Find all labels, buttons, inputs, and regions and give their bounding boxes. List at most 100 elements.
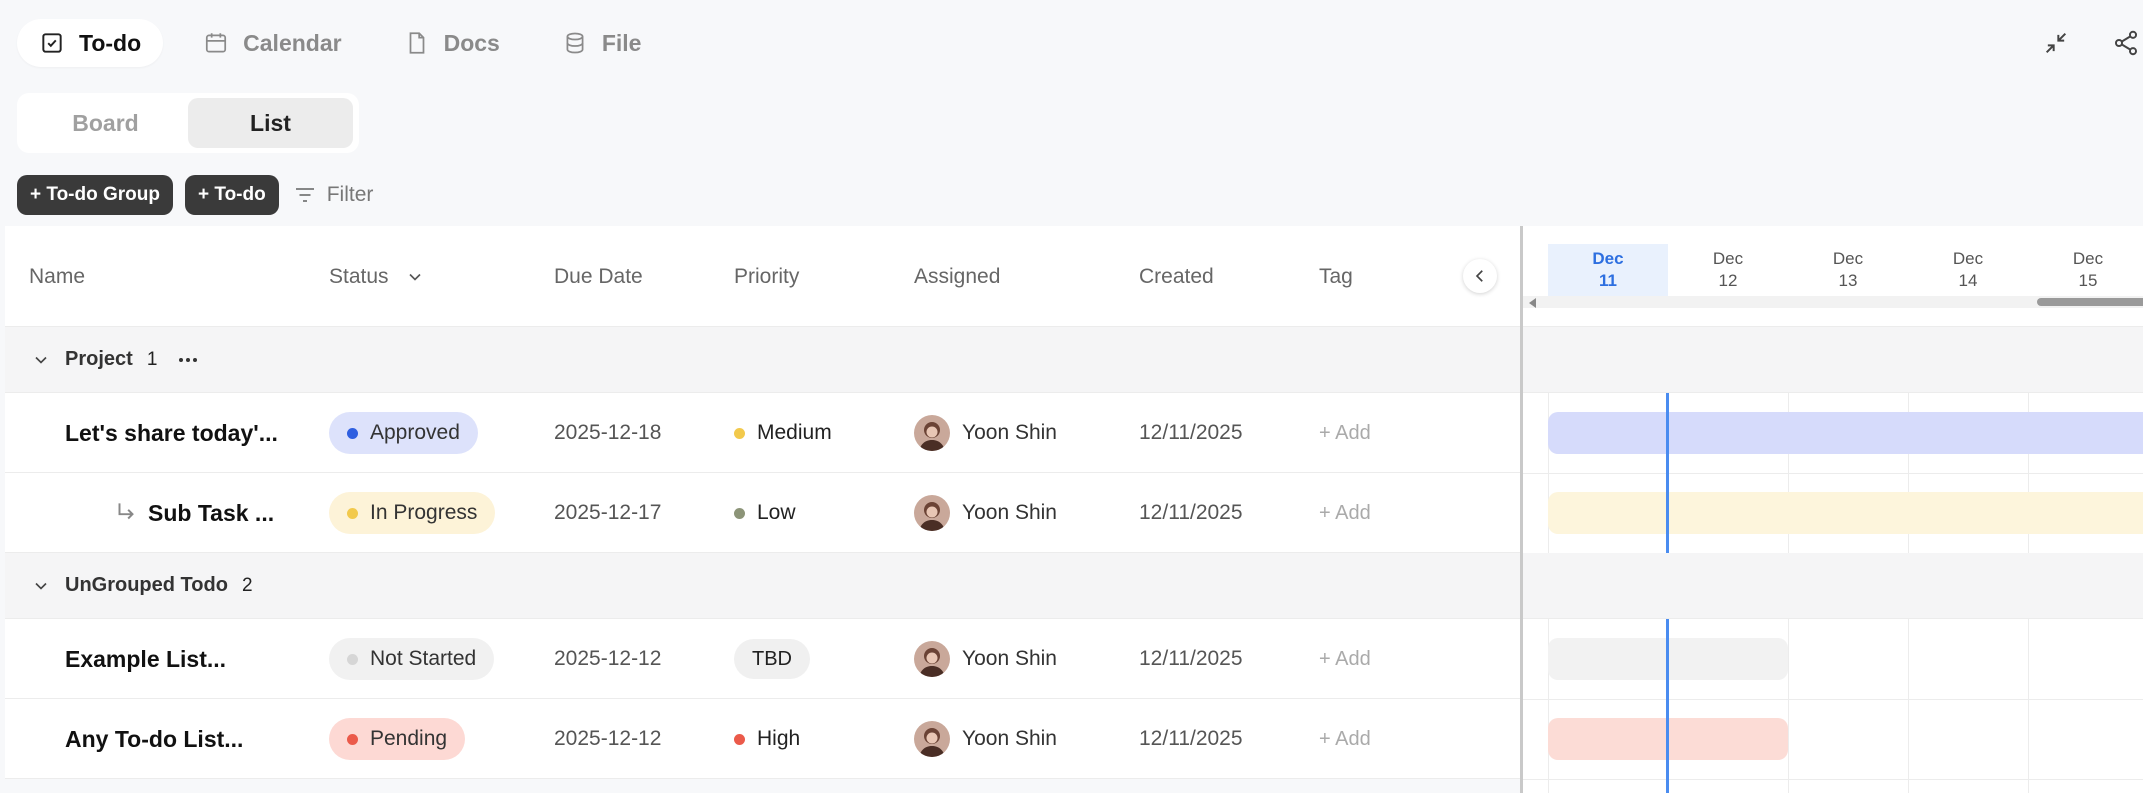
column-header-created[interactable]: Created	[1139, 226, 1214, 327]
gantt-bar[interactable]	[1548, 412, 2143, 454]
gantt-month: Dec	[1712, 249, 1744, 268]
tab-calendar[interactable]: Calendar	[181, 19, 363, 67]
gantt-body	[1523, 327, 2143, 793]
tab-file[interactable]: File	[540, 19, 664, 67]
gantt-month: Dec	[1592, 249, 1624, 268]
assignee[interactable]: Yoon Shin	[914, 619, 1057, 699]
status-badge[interactable]: Not Started	[329, 638, 495, 680]
assignee[interactable]: Yoon Shin	[914, 699, 1057, 779]
gantt-bar[interactable]	[1548, 492, 2143, 534]
task-name[interactable]: Example List...	[65, 646, 226, 673]
status-dot	[347, 653, 358, 665]
status-dot	[347, 427, 358, 439]
group-row-ungrouped[interactable]: UnGrouped Todo 2	[5, 553, 1520, 619]
assignee-name: Yoon Shin	[962, 501, 1057, 524]
column-header-tag[interactable]: Tag	[1319, 226, 1353, 327]
due-date[interactable]: 2025-12-12	[554, 619, 661, 699]
gantt-scrollbar[interactable]	[1523, 296, 2143, 308]
add-todo-button[interactable]: + To-do	[185, 175, 279, 215]
board-view-button[interactable]: Board	[23, 98, 188, 148]
gantt-month: Dec	[1832, 249, 1864, 268]
priority-badge[interactable]: Medium	[734, 421, 832, 445]
status-label: Not Started	[370, 647, 477, 670]
add-tag-button[interactable]: + Add	[1319, 648, 1371, 671]
status-badge[interactable]: Pending	[329, 718, 466, 760]
task-name[interactable]: Sub Task ...	[148, 500, 274, 527]
status-label: Pending	[370, 727, 448, 750]
assignee-name: Yoon Shin	[962, 647, 1057, 670]
assignee[interactable]: Yoon Shin	[914, 473, 1057, 553]
column-header-name[interactable]: Name	[29, 226, 85, 327]
priority-badge[interactable]: Low	[734, 501, 796, 525]
tab-docs[interactable]: Docs	[382, 19, 522, 67]
created-date: 12/11/2025	[1139, 727, 1243, 750]
status-badge[interactable]: Approved	[329, 412, 478, 454]
task-name[interactable]: Let's share today'...	[65, 420, 278, 447]
add-tag-button[interactable]: + Add	[1319, 502, 1371, 525]
gantt-row-divider	[1523, 779, 2143, 780]
task-row[interactable]: Example List... Not Started 2025-12-12 T…	[5, 619, 1520, 699]
gantt-group-band	[1523, 553, 2143, 619]
task-name[interactable]: Any To-do List...	[65, 726, 243, 753]
due-date[interactable]: 2025-12-18	[554, 393, 661, 473]
priority-label: Low	[757, 501, 796, 524]
task-row[interactable]: Any To-do List... Pending 2025-12-12 Hig…	[5, 699, 1520, 779]
status-label: Approved	[370, 421, 460, 444]
list-view-button[interactable]: List	[188, 98, 353, 148]
gantt-row-divider	[1523, 473, 2143, 474]
column-header-assigned[interactable]: Assigned	[914, 226, 1000, 327]
collapse-gantt-button[interactable]	[1463, 259, 1497, 293]
gantt-row-divider	[1523, 699, 2143, 700]
group-count: 1	[146, 349, 158, 370]
group-title: Project	[65, 348, 133, 370]
priority-badge[interactable]: TBD	[734, 639, 810, 679]
filter-button[interactable]: Filter	[293, 183, 373, 207]
tab-todo[interactable]: To-do	[17, 19, 164, 67]
chevron-down-icon[interactable]	[31, 576, 51, 596]
task-row[interactable]: Sub Task ... In Progress 2025-12-17 Low …	[5, 473, 1520, 553]
more-icon[interactable]	[175, 347, 201, 373]
add-todo-group-button[interactable]: + To-do Group	[17, 175, 173, 215]
subtask-arrow-icon	[118, 503, 134, 520]
priority-badge[interactable]: High	[734, 727, 800, 751]
priority-label: High	[757, 727, 801, 750]
gantt-group-band	[1523, 327, 2143, 393]
add-tag-button[interactable]: + Add	[1319, 728, 1371, 751]
gantt-header: Dec 11 Dec 12 Dec 13 Dec 14 Dec 15	[1523, 226, 2143, 327]
minimize-icon[interactable]	[2039, 26, 2073, 60]
scrollbar-thumb[interactable]	[2037, 298, 2143, 306]
status-badge[interactable]: In Progress	[329, 492, 496, 534]
group-row-project[interactable]: Project 1	[5, 327, 1520, 393]
gantt-date: 12	[1718, 271, 1738, 290]
chevron-down-icon[interactable]	[31, 350, 51, 370]
toolbar: + To-do Group + To-do Filter	[17, 175, 373, 215]
scroll-left-arrow-icon[interactable]	[1529, 298, 1536, 308]
priority-dot	[734, 507, 745, 519]
gantt-day: Dec 12	[1668, 244, 1788, 296]
todo-table: Name Status Due Date Priority Assigned C…	[5, 226, 1520, 779]
group-title: UnGrouped Todo	[65, 574, 228, 596]
calendar-icon	[203, 30, 229, 56]
checkbox-icon	[39, 30, 65, 56]
gantt-day: Dec 13	[1788, 244, 1908, 296]
assignee-name: Yoon Shin	[962, 421, 1057, 444]
group-name: Project 1	[65, 348, 157, 371]
due-date[interactable]: 2025-12-17	[554, 473, 661, 553]
group-name: UnGrouped Todo 2	[65, 574, 253, 597]
add-tag-button[interactable]: + Add	[1319, 422, 1371, 445]
task-row[interactable]: Let's share today'... Approved 2025-12-1…	[5, 393, 1520, 473]
due-date[interactable]: 2025-12-12	[554, 699, 661, 779]
chevron-down-icon	[408, 273, 421, 281]
assignee[interactable]: Yoon Shin	[914, 393, 1057, 473]
tab-label: To-do	[79, 29, 142, 56]
gantt-date: 14	[1958, 271, 1978, 290]
avatar	[914, 641, 950, 677]
top-actions	[2003, 26, 2143, 60]
table-header: Name Status Due Date Priority Assigned C…	[5, 226, 1520, 327]
priority-label: Medium	[757, 421, 832, 444]
column-header-due-date[interactable]: Due Date	[554, 226, 643, 327]
column-header-status[interactable]: Status	[329, 226, 425, 327]
tab-label: Docs	[443, 29, 500, 56]
share-icon[interactable]	[2109, 26, 2143, 60]
column-header-priority[interactable]: Priority	[734, 226, 799, 327]
